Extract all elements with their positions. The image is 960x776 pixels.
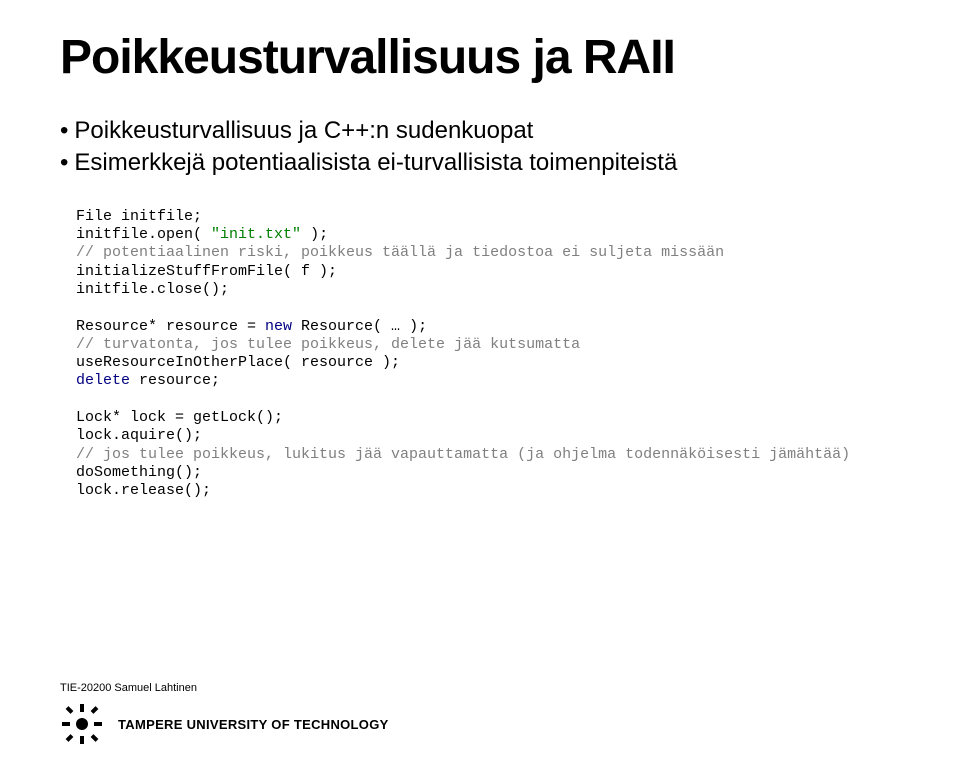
code-line: doSomething(); bbox=[76, 464, 202, 481]
code-keyword: new bbox=[265, 318, 301, 335]
code-comment: // turvatonta, jos tulee poikkeus, delet… bbox=[76, 336, 580, 353]
bullet-item: Poikkeusturvallisuus ja C++:n sudenkuopa… bbox=[60, 115, 960, 147]
slide-title: Poikkeusturvallisuus ja RAII bbox=[0, 0, 960, 85]
code-line: Resource* resource = bbox=[76, 318, 265, 335]
code-line: ); bbox=[310, 226, 328, 243]
code-line: useResourceInOtherPlace( resource ); bbox=[76, 354, 400, 371]
code-comment: // potentiaalinen riski, poikkeus täällä… bbox=[76, 244, 724, 261]
bullet-item: Esimerkkejä potentiaalisista ei-turvalli… bbox=[60, 147, 960, 179]
code-string: "init.txt" bbox=[211, 226, 310, 243]
footer: TAMPERE UNIVERSITY OF TECHNOLOGY bbox=[60, 702, 389, 746]
code-line: lock.aquire(); bbox=[76, 427, 202, 444]
code-line: resource; bbox=[139, 372, 220, 389]
code-line: Lock* lock = getLock(); bbox=[76, 409, 283, 426]
code-line: initfile.open( bbox=[76, 226, 211, 243]
code-line: Resource( … ); bbox=[301, 318, 427, 335]
bullet-text: Poikkeusturvallisuus ja C++:n sudenkuopa… bbox=[74, 117, 533, 144]
bullet-list: Poikkeusturvallisuus ja C++:n sudenkuopa… bbox=[0, 85, 960, 180]
code-keyword: delete bbox=[76, 372, 139, 389]
code-line: lock.release(); bbox=[76, 482, 211, 499]
university-name: TAMPERE UNIVERSITY OF TECHNOLOGY bbox=[118, 717, 389, 732]
course-label: TIE-20200 Samuel Lahtinen bbox=[60, 682, 197, 694]
code-line: initializeStuffFromFile( f ); bbox=[76, 263, 337, 280]
code-line: File initfile; bbox=[76, 208, 202, 225]
bullet-text: Esimerkkejä potentiaalisista ei-turvalli… bbox=[74, 149, 677, 176]
university-logo-icon bbox=[60, 702, 104, 746]
slide: Poikkeusturvallisuus ja RAII Poikkeustur… bbox=[0, 0, 960, 776]
code-line: initfile.close(); bbox=[76, 281, 229, 298]
code-comment: // jos tulee poikkeus, lukitus jää vapau… bbox=[76, 446, 850, 463]
code-block: File initfile; initfile.open( "init.txt"… bbox=[0, 180, 960, 501]
